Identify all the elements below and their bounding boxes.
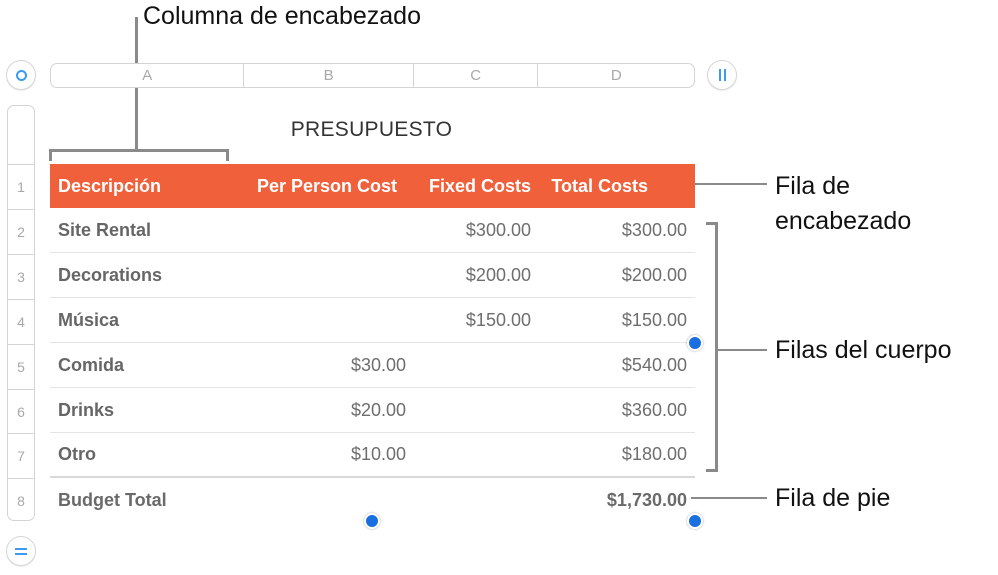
resize-handle-right[interactable] — [687, 335, 703, 351]
table-cell[interactable]: $360.00 — [539, 388, 695, 432]
table-cell[interactable]: Otro — [50, 433, 244, 476]
row-header-4[interactable]: 4 — [8, 299, 34, 344]
column-header-bar: A B C D — [50, 63, 695, 88]
column-header-c[interactable]: C — [414, 64, 539, 87]
table-cell[interactable]: $300.00 — [539, 208, 695, 252]
table-cell[interactable]: Música — [50, 298, 244, 342]
footer-cell[interactable]: $1,730.00 — [539, 478, 695, 522]
add-row-button[interactable] — [6, 536, 36, 566]
header-cell[interactable]: Descripción — [50, 164, 244, 208]
table-cell[interactable] — [414, 388, 539, 432]
header-column-bracket-right — [226, 149, 229, 161]
callout-footer-row: Fila de pie — [775, 484, 891, 512]
table-cell[interactable]: $150.00 — [414, 298, 539, 342]
resize-handle-bottom[interactable] — [364, 513, 380, 529]
row-header-2[interactable]: 2 — [8, 209, 34, 254]
table-cell[interactable] — [244, 253, 414, 297]
footer-cell[interactable] — [244, 478, 414, 522]
table-cell[interactable]: $180.00 — [539, 433, 695, 476]
table-cell[interactable]: Comida — [50, 343, 244, 387]
callout-body-rows: Filas del cuerpo — [775, 336, 952, 364]
table-cell[interactable]: $20.00 — [244, 388, 414, 432]
table-title[interactable]: PRESUPUESTO — [244, 118, 499, 142]
header-cell[interactable]: Per Person Cost — [244, 164, 414, 208]
table-cell[interactable] — [414, 343, 539, 387]
callout-header-row-line1: Fila de — [775, 172, 851, 200]
row-header-bar: 1 2 3 4 5 6 7 8 — [7, 105, 35, 521]
row-header-8[interactable]: 8 — [8, 478, 34, 520]
table-row: Otro $10.00 $180.00 — [50, 433, 695, 478]
table-cell[interactable]: Drinks — [50, 388, 244, 432]
table-row: Comida $30.00 $540.00 — [50, 343, 695, 388]
row-header-5[interactable]: 5 — [8, 344, 34, 389]
table-cell[interactable]: $200.00 — [539, 253, 695, 297]
select-table-button[interactable] — [6, 60, 36, 90]
table-cell[interactable]: $150.00 — [539, 298, 695, 342]
table-cell[interactable]: $540.00 — [539, 343, 695, 387]
table-row: Decorations $200.00 $200.00 — [50, 253, 695, 298]
callout-header-column: Columna de encabezado — [143, 2, 421, 30]
resize-handle-corner[interactable] — [687, 513, 703, 529]
header-cell[interactable]: Total Costs — [539, 164, 695, 208]
table-cell[interactable]: $30.00 — [244, 343, 414, 387]
callout-line-footer-row — [691, 497, 767, 499]
footer-cell[interactable] — [414, 478, 539, 522]
row-header-1[interactable]: 1 — [8, 164, 34, 209]
table-cell[interactable]: Decorations — [50, 253, 244, 297]
table-row: Drinks $20.00 $360.00 — [50, 388, 695, 433]
header-column-bracket-left — [49, 149, 52, 161]
callout-line-header-row — [695, 183, 767, 185]
table-cell[interactable] — [414, 433, 539, 476]
column-header-a[interactable]: A — [51, 64, 245, 87]
column-header-d[interactable]: D — [538, 64, 694, 87]
callout-header-row-line2: encabezado — [775, 207, 912, 235]
table-row: Música $150.00 $150.00 — [50, 298, 695, 343]
table-cell[interactable]: $10.00 — [244, 433, 414, 476]
table-cell[interactable]: Site Rental — [50, 208, 244, 252]
table-cell[interactable] — [244, 298, 414, 342]
footer-cell[interactable]: Budget Total — [50, 478, 244, 522]
pause-bars-icon — [718, 69, 726, 81]
callout-line-body-rows — [718, 349, 767, 351]
column-header-b[interactable]: B — [244, 64, 414, 87]
body-rows-bracket-bottom — [706, 469, 718, 472]
row-header-7[interactable]: 7 — [8, 433, 34, 478]
callout-header-row: Fila de encabezado — [775, 170, 911, 237]
table-cell[interactable]: $200.00 — [414, 253, 539, 297]
equals-icon — [15, 547, 27, 555]
add-column-button[interactable] — [707, 60, 737, 90]
table-row: Site Rental $300.00 $300.00 — [50, 208, 695, 253]
header-column-bracket-top — [49, 149, 229, 152]
row-header-6[interactable]: 6 — [8, 389, 34, 433]
table-cell[interactable] — [244, 208, 414, 252]
row-header-3[interactable]: 3 — [8, 254, 34, 299]
header-cell[interactable]: Fixed Costs — [414, 164, 539, 208]
circle-icon — [15, 69, 27, 81]
body-rows-bracket-vertical — [715, 222, 718, 472]
table-cell[interactable]: $300.00 — [414, 208, 539, 252]
header-row: Descripción Per Person Cost Fixed Costs … — [50, 164, 695, 208]
